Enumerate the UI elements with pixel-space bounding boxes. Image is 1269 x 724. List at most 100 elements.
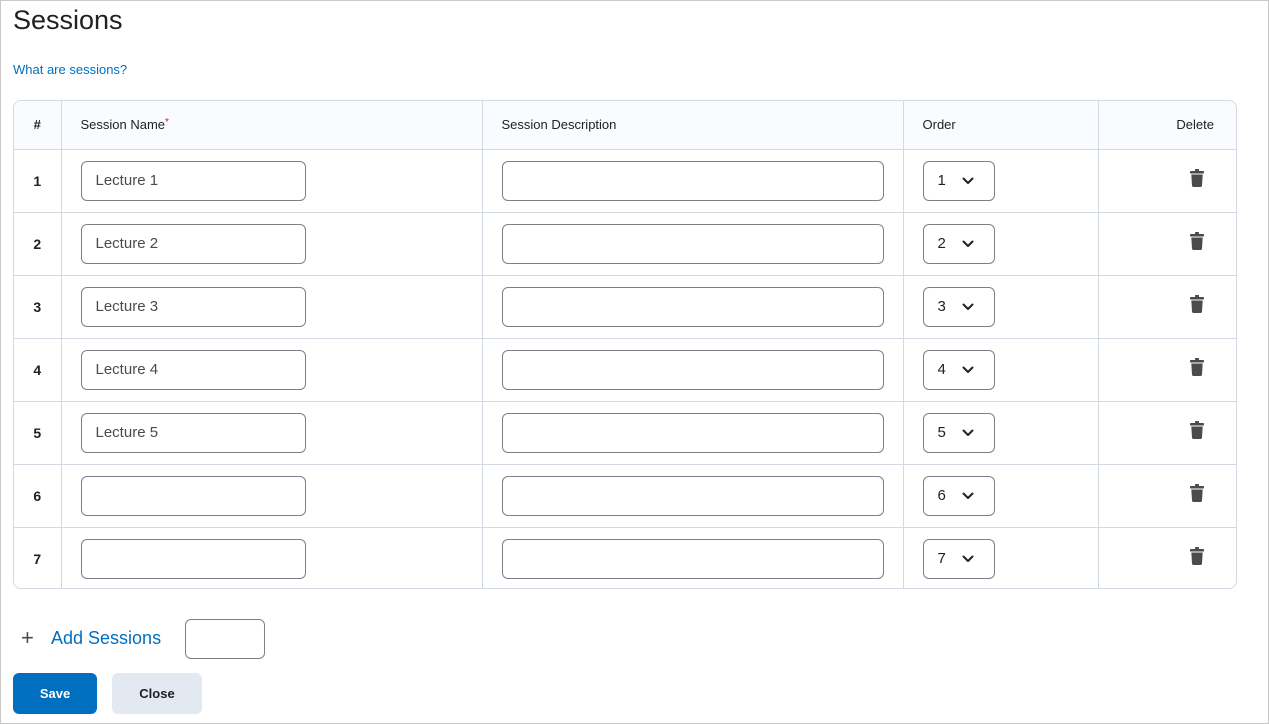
trash-icon[interactable] (1190, 295, 1204, 318)
session-description-input[interactable] (501, 349, 884, 390)
table-row: 7 7 (14, 527, 1236, 588)
session-description-cell (482, 401, 904, 465)
trash-icon[interactable] (1190, 547, 1204, 570)
header-session-description: Session Description (482, 101, 904, 150)
table-row: 5 5 (14, 401, 1236, 465)
trash-icon[interactable] (1190, 169, 1204, 192)
order-select[interactable]: 5 (922, 412, 995, 453)
add-sessions-link[interactable]: Add Sessions (51, 628, 161, 649)
row-number: 1 (14, 149, 62, 213)
order-cell: 4 (903, 338, 1099, 402)
order-value: 6 (937, 487, 946, 504)
order-value: 5 (937, 424, 946, 441)
order-cell: 1 (903, 149, 1099, 213)
session-name-input[interactable] (80, 286, 306, 327)
plus-icon[interactable]: + (21, 619, 39, 657)
page-title: Sessions (13, 5, 123, 35)
row-number: 3 (14, 275, 62, 339)
session-description-input[interactable] (501, 160, 884, 201)
row-number: 2 (14, 212, 62, 276)
session-name-input[interactable] (80, 412, 306, 453)
row-number: 4 (14, 338, 62, 402)
session-description-cell (482, 212, 904, 276)
order-value: 2 (937, 235, 946, 252)
delete-cell (1098, 212, 1236, 276)
session-name-cell (61, 338, 483, 402)
session-name-input[interactable] (80, 223, 306, 264)
delete-cell (1098, 464, 1236, 528)
order-cell: 3 (903, 275, 1099, 339)
order-select[interactable]: 3 (922, 286, 995, 327)
what-are-sessions-link[interactable]: What are sessions? (13, 62, 127, 77)
session-name-cell (61, 149, 483, 213)
trash-icon[interactable] (1190, 232, 1204, 255)
chevron-down-icon (962, 303, 973, 310)
header-delete: Delete (1098, 101, 1236, 150)
add-sessions-row: + Add Sessions (21, 619, 161, 657)
order-select[interactable]: 7 (922, 538, 995, 579)
session-description-cell (482, 464, 904, 528)
session-name-cell (61, 527, 483, 588)
session-description-cell (482, 338, 904, 402)
session-name-cell (61, 212, 483, 276)
session-name-input[interactable] (80, 538, 306, 579)
session-name-input[interactable] (80, 349, 306, 390)
session-description-input[interactable] (501, 223, 884, 264)
session-name-cell (61, 275, 483, 339)
order-select[interactable]: 1 (922, 160, 995, 201)
trash-icon[interactable] (1190, 358, 1204, 381)
order-cell: 5 (903, 401, 1099, 465)
chevron-down-icon (962, 429, 973, 436)
order-select[interactable]: 6 (922, 475, 995, 516)
order-select[interactable]: 4 (922, 349, 995, 390)
sessions-dialog: Sessions What are sessions? # Session Na… (0, 0, 1269, 724)
order-cell: 7 (903, 527, 1099, 588)
order-value: 7 (937, 550, 946, 568)
delete-cell (1098, 527, 1236, 588)
order-value: 4 (937, 361, 946, 378)
chevron-down-icon (962, 492, 973, 499)
delete-cell (1098, 275, 1236, 339)
session-description-cell (482, 149, 904, 213)
header-session-name-label: Session Name (80, 117, 166, 133)
chevron-down-icon (962, 240, 973, 247)
trash-icon[interactable] (1190, 421, 1204, 444)
session-description-cell (482, 275, 904, 339)
order-select[interactable]: 2 (922, 223, 995, 264)
chevron-down-icon (962, 177, 973, 184)
session-description-input[interactable] (501, 475, 884, 516)
delete-cell (1098, 149, 1236, 213)
delete-cell (1098, 401, 1236, 465)
session-description-input[interactable] (501, 412, 884, 453)
chevron-down-icon (962, 366, 973, 373)
order-value: 1 (937, 172, 946, 189)
add-sessions-count-input[interactable] (185, 619, 265, 659)
table-header-row: # Session Name* Session Description Orde… (14, 101, 1236, 150)
table-row: 3 3 (14, 275, 1236, 339)
close-button[interactable]: Close (112, 673, 202, 714)
session-description-cell (482, 527, 904, 588)
save-button[interactable]: Save (13, 673, 97, 714)
header-session-name: Session Name* (61, 101, 483, 150)
header-order: Order (903, 101, 1099, 150)
table-row: 4 4 (14, 338, 1236, 402)
table-row: 2 2 (14, 212, 1236, 276)
table-row: 1 1 (14, 149, 1236, 213)
table-row: 6 6 (14, 464, 1236, 528)
session-description-input[interactable] (501, 538, 884, 579)
row-number: 5 (14, 401, 62, 465)
trash-icon[interactable] (1190, 484, 1204, 507)
row-number: 6 (14, 464, 62, 528)
row-number: 7 (14, 527, 62, 588)
sessions-table: # Session Name* Session Description Orde… (13, 100, 1237, 589)
order-cell: 2 (903, 212, 1099, 276)
session-description-input[interactable] (501, 286, 884, 327)
order-cell: 6 (903, 464, 1099, 528)
required-marker: * (165, 117, 169, 129)
chevron-down-icon (962, 555, 973, 562)
header-number: # (14, 101, 62, 150)
session-name-input[interactable] (80, 160, 306, 201)
session-name-input[interactable] (80, 475, 306, 516)
delete-cell (1098, 338, 1236, 402)
session-name-cell (61, 464, 483, 528)
